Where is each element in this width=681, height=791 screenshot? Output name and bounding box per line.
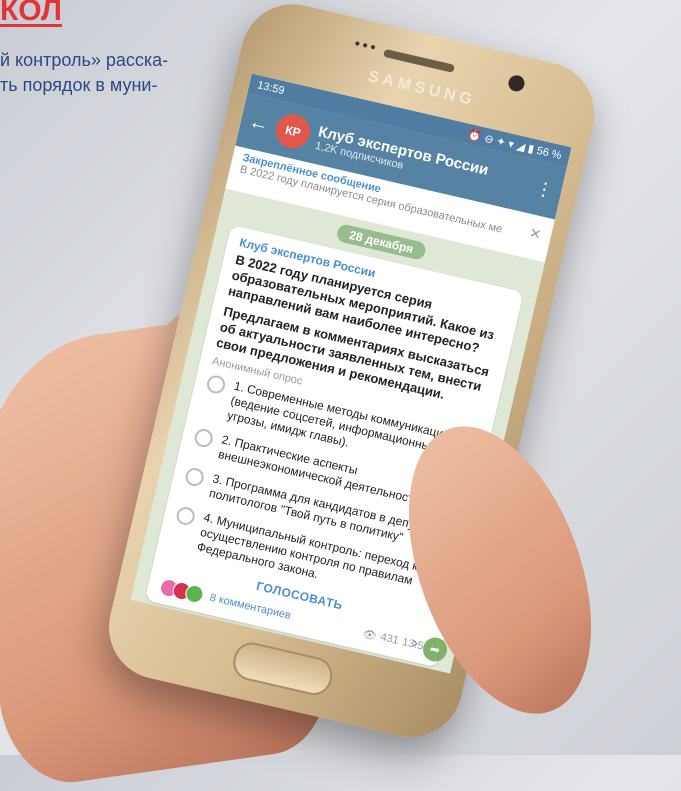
radio-icon[interactable] <box>183 466 206 488</box>
radio-icon[interactable] <box>205 373 227 396</box>
views-count: 431 <box>379 630 400 647</box>
status-time: 13:59 <box>256 79 286 98</box>
eye-icon: 👁 <box>361 627 378 643</box>
home-button[interactable] <box>229 639 336 699</box>
arrow-left-icon[interactable]: ← <box>247 110 271 137</box>
channel-avatar[interactable]: КР <box>272 110 314 152</box>
front-camera <box>506 73 527 93</box>
earpiece-speaker <box>383 48 456 73</box>
sensor-dots <box>352 39 378 51</box>
radio-icon[interactable] <box>174 505 197 527</box>
article-headline-fragment: КОЛ <box>0 0 62 27</box>
commenter-avatars <box>158 577 206 605</box>
close-icon[interactable]: ✕ <box>528 224 543 243</box>
more-vertical-icon[interactable]: ⋮ <box>533 177 555 202</box>
radio-icon[interactable] <box>192 427 215 449</box>
